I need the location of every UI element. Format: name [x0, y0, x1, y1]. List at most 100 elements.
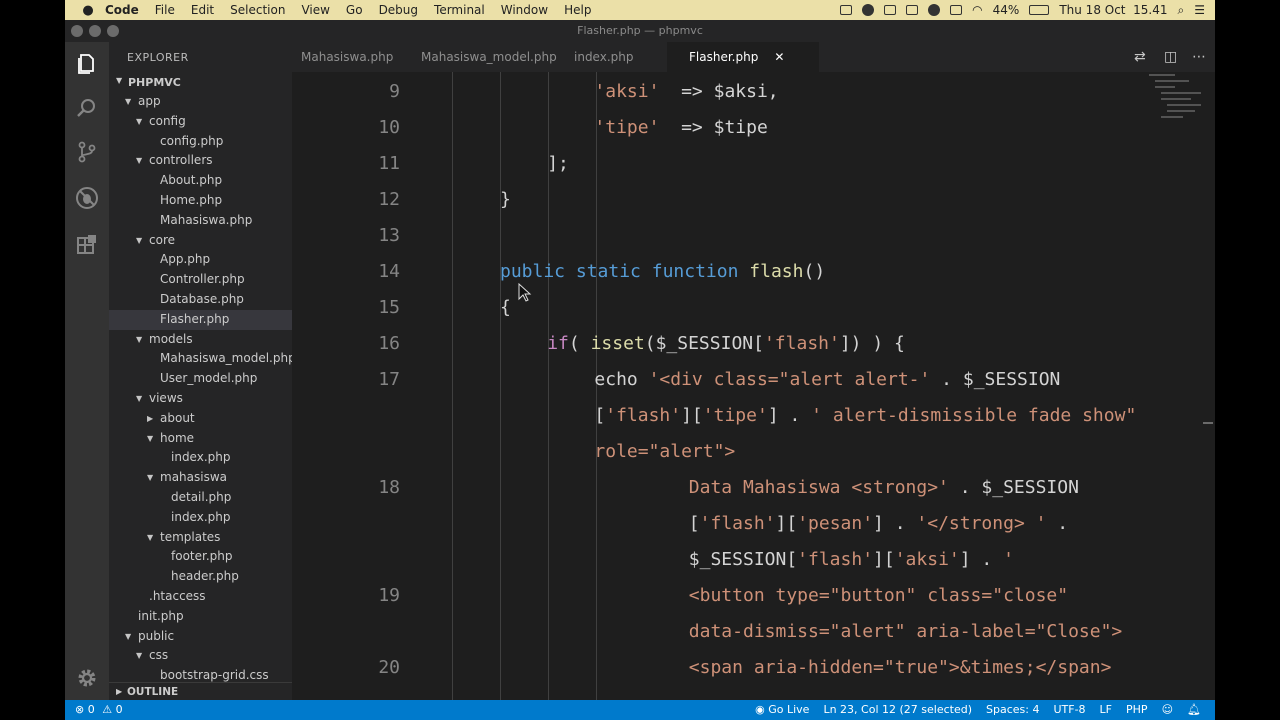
- extensions-icon[interactable]: [75, 232, 99, 256]
- tree-folder[interactable]: ▶ about: [109, 409, 292, 429]
- tree-folder[interactable]: ▼ public: [109, 627, 292, 647]
- tree-file[interactable]: header.php: [109, 567, 292, 587]
- notifications-bell-icon[interactable]: 🔔︎: [1187, 700, 1201, 720]
- tree-file[interactable]: Flasher.php: [109, 309, 292, 330]
- outline-section[interactable]: ▶ OUTLINE: [109, 682, 292, 700]
- menu-app-name[interactable]: Code: [97, 3, 147, 17]
- tree-file[interactable]: About.php: [109, 171, 292, 191]
- battery-icon[interactable]: [1029, 5, 1050, 15]
- workspace-root-folder[interactable]: ▼ PHPMVC: [109, 74, 292, 92]
- go-live-button[interactable]: ◉ Go Live: [755, 700, 809, 720]
- debug-icon[interactable]: [75, 186, 99, 210]
- code-token: echo: [594, 369, 649, 390]
- menu-terminal[interactable]: Terminal: [426, 3, 493, 17]
- clock[interactable]: Thu 18 Oct 15.41: [1059, 3, 1167, 17]
- tree-file[interactable]: .htaccess: [109, 587, 292, 607]
- scrollbar-marker[interactable]: [1203, 422, 1213, 424]
- split-editor-icon[interactable]: ◫: [1164, 49, 1177, 65]
- tree-folder[interactable]: ▼ app: [109, 92, 292, 112]
- tab-index[interactable]: index.php: [562, 42, 679, 72]
- menu-selection[interactable]: Selection: [222, 3, 293, 17]
- tree-folder[interactable]: ▼ views: [109, 389, 292, 409]
- notification-center-icon[interactable]: ☰: [1194, 3, 1205, 17]
- warning-icon: ⚠: [102, 703, 113, 716]
- menu-file[interactable]: File: [147, 3, 183, 17]
- tab-flasher[interactable]: Flasher.php ✕: [667, 42, 819, 72]
- chevron-down-icon: ▼: [147, 532, 154, 542]
- chevron-down-icon: ▼: [125, 97, 132, 106]
- language-mode[interactable]: PHP: [1126, 700, 1148, 720]
- explorer-files-icon[interactable]: [75, 52, 99, 76]
- tree-file[interactable]: footer.php: [109, 547, 292, 567]
- wifi-icon[interactable]: ◠: [972, 3, 982, 17]
- end-of-line[interactable]: LF: [1100, 700, 1112, 720]
- code-line: data-dismiss="alert" aria-label="Close">: [689, 614, 1122, 650]
- line-number: 17: [378, 369, 400, 390]
- tree-folder[interactable]: ▼ templates: [109, 528, 292, 548]
- code-token: 'flash': [605, 405, 682, 426]
- menu-debug[interactable]: Debug: [371, 3, 426, 17]
- apple-icon[interactable]: ●: [79, 3, 97, 18]
- tree-file[interactable]: Controller.php: [109, 270, 292, 290]
- source-control-icon[interactable]: [75, 140, 99, 164]
- minimap[interactable]: [1141, 72, 1205, 132]
- dropbox-icon[interactable]: [884, 5, 897, 15]
- line-number: 15: [378, 297, 400, 318]
- tree-file[interactable]: Mahasiswa_model.php: [109, 349, 292, 369]
- tree-file[interactable]: detail.php: [109, 488, 292, 508]
- code-token: 'tipe': [594, 117, 660, 138]
- feedback-smiley-icon[interactable]: ☺: [1162, 700, 1173, 720]
- airplay-icon[interactable]: [950, 5, 963, 15]
- root-folder-label: PHPMVC: [128, 76, 181, 89]
- encoding[interactable]: UTF-8: [1053, 700, 1085, 720]
- tab-mahasiswa[interactable]: Mahasiswa.php: [292, 42, 421, 72]
- cloud-icon[interactable]: [928, 4, 941, 16]
- tree-file[interactable]: Home.php: [109, 191, 292, 211]
- cursor-position[interactable]: Ln 23, Col 12 (27 selected): [823, 700, 972, 720]
- tree-folder[interactable]: ▼ core: [109, 231, 292, 251]
- tree-item-label: controllers: [149, 153, 213, 168]
- menu-go[interactable]: Go: [338, 3, 371, 17]
- tab-mahasiswa-model[interactable]: Mahasiswa_model.php: [412, 42, 571, 72]
- menu-window[interactable]: Window: [493, 3, 556, 17]
- tree-file[interactable]: Mahasiswa.php: [109, 211, 292, 231]
- problems-indicator[interactable]: ⊗ 0 ⚠ 0: [75, 700, 123, 720]
- screen-record-icon[interactable]: [840, 5, 853, 15]
- menu-view[interactable]: View: [293, 3, 337, 17]
- open-changes-icon[interactable]: ⇄: [1134, 49, 1146, 65]
- minimap-line: [1167, 110, 1195, 112]
- menu-edit[interactable]: Edit: [183, 3, 222, 17]
- tree-item-label: .htaccess: [149, 588, 206, 603]
- tree-file[interactable]: App.php: [109, 250, 292, 270]
- tree-item-label: about: [160, 410, 195, 425]
- tree-folder[interactable]: ▼ mahasiswa: [109, 468, 292, 488]
- code-editor[interactable]: 9 'aksi' => $aksi, 10 'tipe' => $tipe 11]; 12…: [292, 72, 1215, 700]
- tree-folder[interactable]: ▼ config: [109, 112, 292, 132]
- tree-file[interactable]: index.php: [109, 508, 292, 528]
- tree-file[interactable]: User_model.php: [109, 369, 292, 389]
- indentation[interactable]: Spaces: 4: [986, 700, 1039, 720]
- code-token: ] .: [959, 549, 1004, 570]
- tab-label: Flasher.php: [689, 50, 759, 64]
- spotlight-search-icon[interactable]: ⌕: [1178, 3, 1185, 18]
- close-icon[interactable]: ✕: [774, 50, 784, 64]
- tree-file[interactable]: Database.php: [109, 290, 292, 310]
- tree-file[interactable]: init.php: [109, 607, 292, 627]
- explorer-title: EXPLORER: [127, 51, 189, 64]
- creative-cloud-icon[interactable]: [862, 4, 875, 16]
- tree-item-label: app: [138, 94, 161, 108]
- tree-folder[interactable]: ▼ models: [109, 330, 292, 350]
- code-token: ] .: [873, 513, 917, 534]
- menu-help[interactable]: Help: [556, 3, 599, 17]
- code-token: ($_SESSION[: [644, 333, 764, 354]
- display-icon[interactable]: [906, 5, 919, 15]
- outline-label: OUTLINE: [127, 686, 179, 698]
- tree-folder[interactable]: ▼ css: [109, 646, 292, 666]
- tree-folder[interactable]: ▼ home: [109, 429, 292, 449]
- tree-file[interactable]: config.php: [109, 132, 292, 152]
- gear-icon[interactable]: [75, 666, 99, 690]
- more-actions-icon[interactable]: ⋯: [1192, 49, 1206, 65]
- tree-file[interactable]: index.php: [109, 448, 292, 468]
- search-icon[interactable]: [75, 96, 99, 120]
- tree-folder[interactable]: ▼ controllers: [109, 151, 292, 171]
